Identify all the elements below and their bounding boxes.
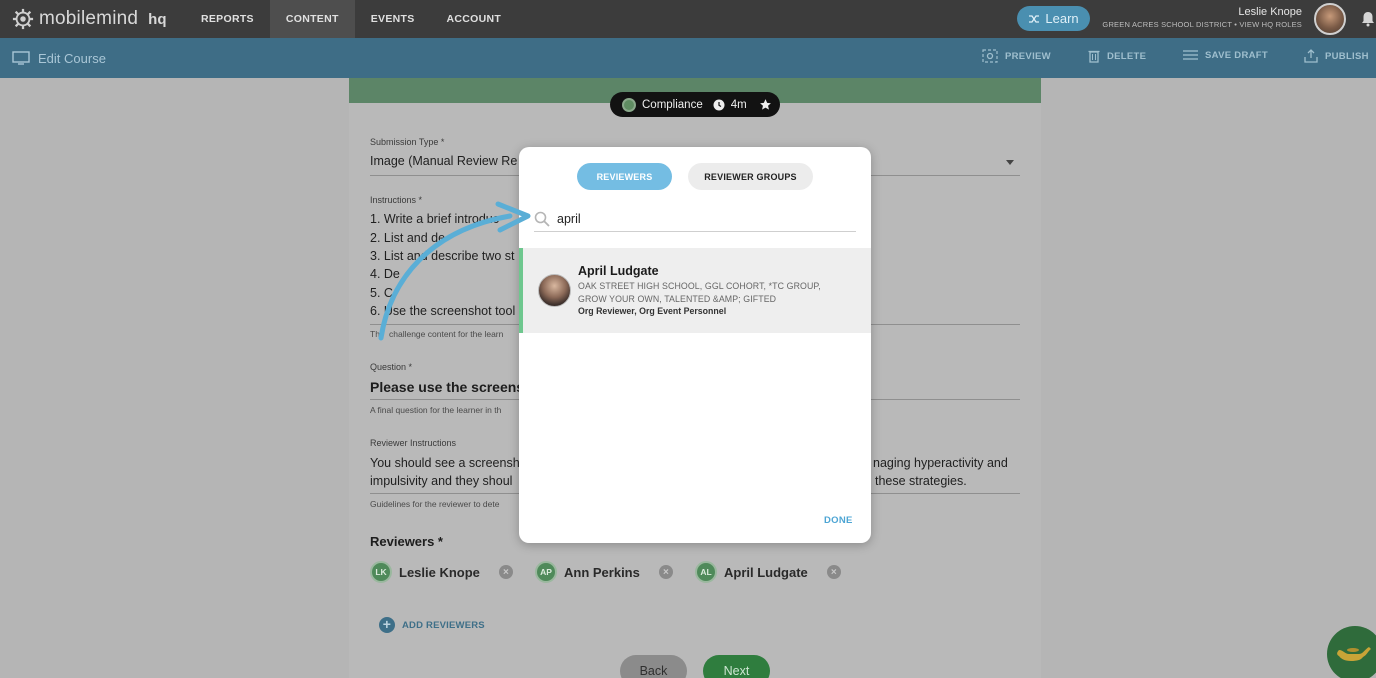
user-district: GREEN ACRES SCHOOL DISTRICT • VIEW HQ RO… [1102,20,1302,29]
remove-icon[interactable]: × [658,565,673,579]
tab-reviewer-groups[interactable]: REVIEWER GROUPS [688,163,813,190]
clock-icon [713,99,725,110]
avatar [538,274,571,307]
done-button[interactable]: DONE [824,515,853,526]
edit-course-title: Edit Course [0,51,106,66]
instruction-line: 1. Write a brief introduc [370,212,499,226]
reviewer-picker-modal: REVIEWERS REVIEWER GROUPS April Ludgate … [519,147,871,543]
reviewer-initials: AP [535,561,557,583]
instructions-hint-rest: challenge content for the learn [389,329,504,339]
back-button[interactable]: Back [620,655,687,678]
reviewer-name: Leslie Knope [399,564,480,580]
result-roles: Org Reviewer, Org Event Personnel [578,306,727,316]
next-button[interactable]: Next [703,655,770,678]
instruction-line: 3. List and describe two st [370,249,515,263]
instruction-line: 6. Use the screenshot tool [370,304,516,318]
course-category: Compliance [642,98,703,111]
instructions-label: Instructions * [370,195,423,205]
reviewer-instructions-text[interactable]: You should see a screensh [370,456,520,470]
gear-logo-icon [12,8,34,30]
add-reviewers-label: ADD REVIEWERS [402,619,485,631]
learn-button[interactable]: Learn [1017,6,1090,31]
publish-button[interactable]: PUBLISH [1304,49,1369,63]
submission-type-label: Submission Type * [370,137,445,147]
question-field[interactable]: Please use the screens [370,379,524,395]
reviewer-instructions-hint: Guidelines for the reviewer to dete [370,499,500,509]
reviewer-chip: AL April Ludgate × [695,561,841,583]
lamp-icon [1337,647,1371,661]
user-avatar[interactable] [1314,3,1346,35]
remove-icon[interactable]: × [498,565,513,579]
question-label: Question * [370,362,413,372]
search-icon [534,211,550,227]
add-reviewers-button[interactable]: + ADD REVIEWERS [379,617,485,633]
submission-type-select[interactable]: Image (Manual Review Re [370,154,517,168]
eye-icon [982,49,998,63]
preview-button[interactable]: PREVIEW [982,49,1051,63]
user-info[interactable]: Leslie Knope GREEN ACRES SCHOOL DISTRICT… [1102,6,1302,29]
reviewer-chip: AP Ann Perkins × [535,561,673,583]
instruction-line: 4. De [370,267,400,281]
user-name: Leslie Knope [1238,6,1302,18]
delete-button[interactable]: DELETE [1088,49,1146,63]
monitor-icon [12,51,30,65]
delete-label: DELETE [1107,50,1147,62]
reviewer-chip: LK Leslie Knope × [370,561,513,583]
nav-content[interactable]: CONTENT [269,0,355,38]
tab-reviewers[interactable]: REVIEWERS [577,163,672,190]
instruction-line: 2. List and de [370,231,446,245]
brand-hq: hq [148,10,167,28]
logo[interactable]: mobilemind hq [0,8,185,30]
trash-icon [1088,50,1100,63]
upload-icon [1304,49,1318,63]
search-bar [534,207,856,232]
reviewer-instructions-text-end: naging hyperactivity and [873,456,1008,470]
reviewer-name: Ann Perkins [564,564,640,580]
search-input[interactable] [557,212,837,226]
question-hint: A final question for the learner in th [370,405,502,415]
course-duration: 4m [730,98,747,111]
search-result-row[interactable]: April Ludgate OAK STREET HIGH SCHOOL, GG… [519,248,871,333]
result-name: April Ludgate [578,264,659,278]
preview-label: PREVIEW [1005,50,1051,62]
nav-account[interactable]: ACCOUNT [431,0,518,38]
star-icon[interactable] [759,98,772,111]
reviewer-name: April Ludgate [724,564,808,580]
reviewer-instructions-text-end: these strategies. [875,474,967,488]
course-meta-pill: Compliance 4m [610,92,780,117]
reviewer-instructions-label: Reviewer Instructions [370,438,457,448]
plus-icon: + [379,617,395,633]
reviewer-instructions-text[interactable]: impulsivity and they shoul [370,474,512,488]
remove-icon[interactable]: × [826,565,841,579]
publish-label: PUBLISH [1325,50,1369,62]
nav-reports[interactable]: REPORTS [185,0,270,38]
nav-events[interactable]: EVENTS [355,0,431,38]
shuffle-icon [1029,14,1040,23]
edit-toolbar: Edit Course [0,38,1376,78]
instructions-hint: Th [370,329,380,339]
brand-name: mobilemind [39,8,139,29]
reviewer-initials: LK [370,561,392,583]
save-draft-button[interactable]: SAVE DRAFT [1183,49,1268,61]
instruction-line: 5. C [370,286,393,300]
compliance-icon [622,97,636,112]
genie-lamp-button[interactable] [1327,626,1376,678]
reviewers-title: Reviewers * [370,534,443,549]
chevron-down-icon[interactable] [1006,160,1014,165]
reviewer-initials: AL [695,561,717,583]
edit-course-label: Edit Course [38,50,106,66]
learn-label: Learn [1045,11,1079,26]
save-draft-label: SAVE DRAFT [1205,49,1268,61]
result-orgs: OAK STREET HIGH SCHOOL, GGL COHORT, *TC … [578,281,821,304]
lines-icon [1183,50,1198,60]
bell-icon[interactable] [1360,11,1376,27]
